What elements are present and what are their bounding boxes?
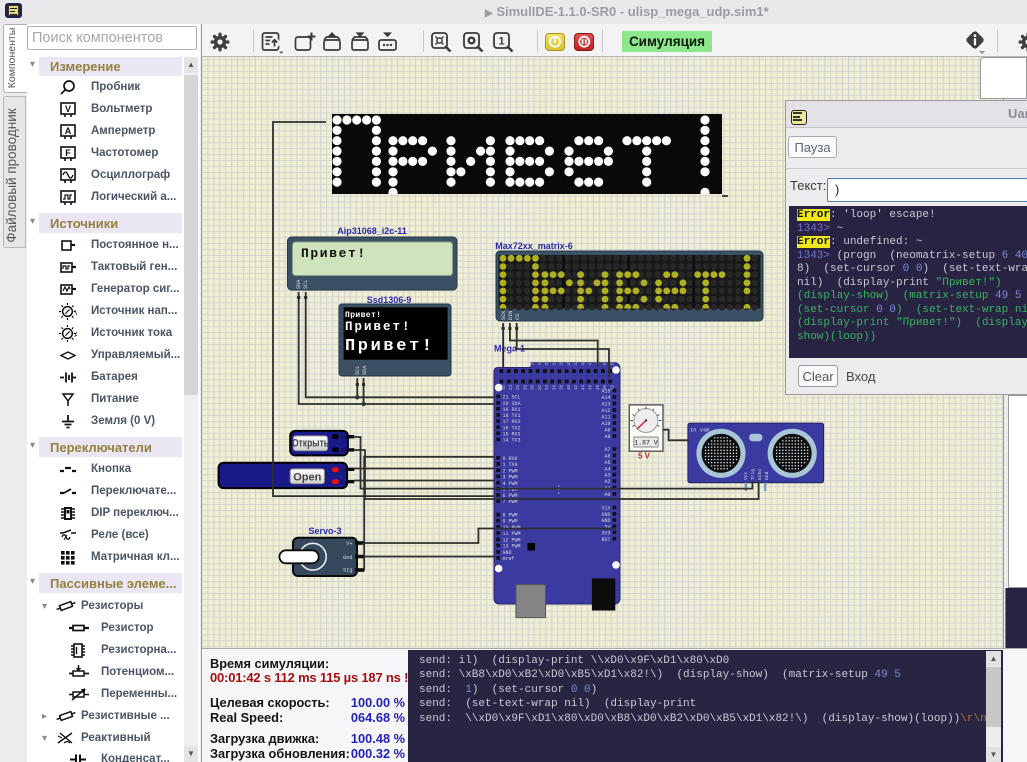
svg-text:SDA: SDA bbox=[362, 365, 368, 375]
svg-text:SIg: SIg bbox=[343, 568, 352, 574]
svg-text:V+: V+ bbox=[346, 541, 352, 547]
svg-text:A4: A4 bbox=[604, 466, 610, 472]
svg-text:DIN: DIN bbox=[508, 311, 514, 320]
svg-text:A11: A11 bbox=[601, 415, 610, 421]
svg-text:2 PWM: 2 PWM bbox=[503, 468, 518, 474]
svg-text:Привет!: Привет! bbox=[345, 320, 412, 334]
svg-text:40: 40 bbox=[568, 385, 572, 391]
svg-text:Max72xx_matrix-6: Max72xx_matrix-6 bbox=[495, 241, 573, 251]
svg-text:36: 36 bbox=[553, 385, 557, 391]
svg-text:11 PWM: 11 PWM bbox=[503, 531, 521, 537]
svg-text:38: 38 bbox=[561, 385, 565, 391]
svg-text:Привет!: Привет! bbox=[345, 311, 381, 320]
svg-text:1.87 V: 1.87 V bbox=[634, 439, 658, 446]
svg-text:Tx: Tx bbox=[341, 467, 348, 474]
svg-text:47: 47 bbox=[590, 360, 594, 366]
svg-text:7 PWM: 7 PWM bbox=[503, 499, 518, 505]
svg-text:31: 31 bbox=[532, 360, 536, 366]
svg-text:A2: A2 bbox=[604, 479, 610, 485]
svg-text:A6: A6 bbox=[604, 454, 610, 460]
svg-text:28: 28 bbox=[524, 385, 528, 391]
svg-text:SCL: SCL bbox=[355, 366, 361, 375]
svg-text:SCK: SCK bbox=[501, 310, 507, 320]
svg-text:A8: A8 bbox=[604, 434, 610, 440]
svg-text:13 PWM: 13 PWM bbox=[503, 544, 521, 550]
svg-text:A3: A3 bbox=[604, 473, 610, 479]
svg-text:Привет!: Привет! bbox=[345, 337, 435, 356]
svg-text:Vcc: Vcc bbox=[743, 471, 749, 480]
svg-text:Vin: Vin bbox=[601, 506, 610, 512]
svg-text:14 TX3: 14 TX3 bbox=[503, 438, 521, 444]
svg-text:34: 34 bbox=[546, 385, 550, 391]
svg-text:39: 39 bbox=[561, 360, 565, 366]
svg-text:24: 24 bbox=[510, 385, 514, 391]
svg-text:A5: A5 bbox=[604, 460, 610, 466]
svg-text:Open: Open bbox=[293, 471, 321, 483]
svg-text:1: 1 bbox=[498, 36, 504, 48]
svg-text:Servo-3: Servo-3 bbox=[308, 526, 341, 536]
svg-text:A12: A12 bbox=[601, 408, 610, 414]
svg-text:A10: A10 bbox=[601, 421, 610, 427]
svg-text:21 SCL: 21 SCL bbox=[503, 395, 521, 401]
svg-text:46: 46 bbox=[590, 385, 594, 391]
svg-text:GND: GND bbox=[601, 518, 610, 524]
svg-text:0 RX0: 0 RX0 bbox=[503, 456, 518, 462]
svg-text:32: 32 bbox=[539, 385, 543, 391]
svg-text:1 TX0: 1 TX0 bbox=[503, 462, 518, 468]
svg-text:9 PWM: 9 PWM bbox=[503, 519, 518, 525]
svg-text:35: 35 bbox=[546, 360, 550, 366]
svg-text:44: 44 bbox=[582, 385, 586, 391]
svg-text:15 RX3: 15 RX3 bbox=[503, 431, 521, 437]
svg-text:Gnd: Gnd bbox=[343, 555, 352, 561]
svg-text:5 V: 5 V bbox=[638, 452, 651, 461]
svg-text:SCL: SCL bbox=[303, 280, 309, 289]
svg-text:RST: RST bbox=[601, 537, 610, 543]
svg-text:37: 37 bbox=[553, 360, 557, 366]
svg-text:Привет!: Привет! bbox=[301, 246, 367, 261]
svg-text:A15: A15 bbox=[601, 389, 610, 395]
svg-text:GND: GND bbox=[503, 550, 512, 556]
svg-text:19 RX1: 19 RX1 bbox=[503, 407, 521, 413]
svg-text:A13: A13 bbox=[601, 402, 610, 408]
svg-text:17 RX2: 17 RX2 bbox=[503, 419, 521, 425]
svg-text:30: 30 bbox=[532, 385, 536, 391]
svg-text:Rx: Rx bbox=[341, 479, 348, 486]
svg-text:Aip31068_i2c-11: Aip31068_i2c-11 bbox=[337, 226, 407, 236]
svg-text:In vsm: In vsm bbox=[690, 428, 709, 434]
svg-text:SDA: SDA bbox=[296, 279, 302, 289]
svg-text:A14: A14 bbox=[601, 395, 610, 401]
svg-text:Gnd: Gnd bbox=[764, 471, 770, 480]
svg-text:3V3: 3V3 bbox=[601, 530, 610, 536]
svg-text:Rx: Rx bbox=[341, 447, 348, 454]
svg-text:43: 43 bbox=[575, 360, 579, 366]
svg-text:3 PWM: 3 PWM bbox=[503, 474, 518, 480]
svg-text:Открыть: Открыть bbox=[292, 438, 329, 450]
svg-text:A0: A0 bbox=[604, 492, 610, 498]
svg-text:Trig: Trig bbox=[750, 469, 756, 480]
svg-text:5 PWM: 5 PWM bbox=[503, 487, 518, 493]
svg-text:F: F bbox=[65, 148, 71, 158]
svg-text:26: 26 bbox=[517, 385, 521, 391]
svg-text:53: 53 bbox=[611, 360, 615, 366]
svg-text:41: 41 bbox=[568, 360, 572, 366]
svg-text:CS: CS bbox=[515, 314, 521, 320]
svg-text:48: 48 bbox=[597, 385, 601, 391]
svg-text:A9: A9 bbox=[604, 428, 610, 434]
svg-text:Aref: Aref bbox=[503, 556, 515, 562]
svg-text:Tx: Tx bbox=[341, 434, 348, 441]
svg-text:A7: A7 bbox=[604, 447, 610, 453]
svg-text:51: 51 bbox=[604, 360, 608, 366]
svg-text:42: 42 bbox=[575, 385, 579, 391]
svg-text:22: 22 bbox=[503, 385, 507, 391]
svg-text:A: A bbox=[65, 126, 72, 136]
svg-text:Echo: Echo bbox=[757, 469, 763, 480]
svg-text:33: 33 bbox=[539, 360, 543, 366]
svg-text:V: V bbox=[65, 104, 71, 114]
svg-text:45: 45 bbox=[582, 360, 586, 366]
svg-text:A: A bbox=[74, 330, 77, 339]
svg-text:V: V bbox=[74, 308, 77, 317]
